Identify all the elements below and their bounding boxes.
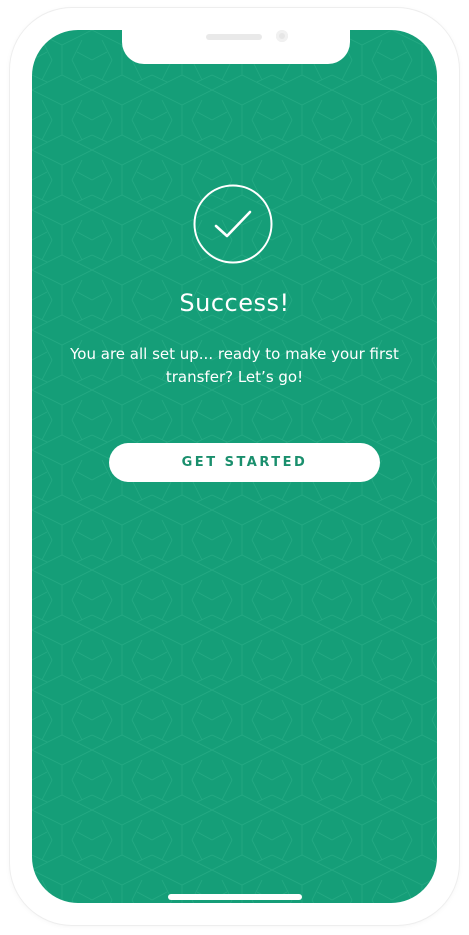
front-camera [276,30,288,42]
success-title: Success! [179,289,290,317]
success-message: You are all set up... ready to make your… [70,345,399,386]
app-screen: Success! You are all set up... ready to … [32,30,437,903]
home-indicator[interactable] [168,894,302,900]
speaker-grille [206,34,262,40]
phone-frame: Success! You are all set up... ready to … [10,8,459,925]
get-started-button[interactable]: GET STARTED [109,443,380,482]
check-circle-icon [193,184,273,264]
device-notch [122,30,350,64]
